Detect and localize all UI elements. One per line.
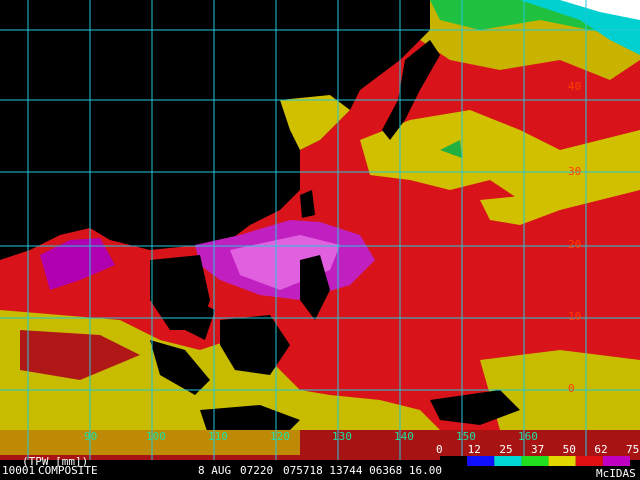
legend-tick-label: 25 [499,443,512,456]
lat-label: 20 [568,238,581,251]
lon-label: 90 [84,430,97,443]
legend-tick-label: 50 [563,443,576,456]
legend-tick-label: 12 [468,443,481,456]
product-label: (TPW [mm]) [22,455,88,468]
legend-swatch [440,456,468,466]
legend-swatch [467,456,495,466]
legend-tick-label: 37 [531,443,544,456]
legend-swatch [602,456,630,466]
legend-tick-label: 75 [626,443,639,456]
lon-label: 120 [270,430,290,443]
lat-label: 40 [568,80,581,93]
legend-tick-label: 62 [594,443,607,456]
legend-swatch [548,456,576,466]
lon-label: 150 [456,430,476,443]
map-canvas: 90 100 110 120 130 140 150 160403020100 10001 C… [0,0,640,480]
lon-label: 130 [332,430,352,443]
lat-label: 30 [568,165,581,178]
legend-swatch [494,456,522,466]
lon-label: 140 [394,430,414,443]
legend-swatch [575,456,603,466]
mcidas-credit: McIDAS [596,467,636,480]
frame-info: 075718 13744 06368 16.00 [283,464,442,477]
lon-label: 100 [146,430,166,443]
lon-label: 160 [518,430,538,443]
legend-tick-label: 0 [436,443,443,456]
image-date: 8 AUG [198,464,231,477]
tpw-composite-map: 90 100 110 120 130 140 150 160 40 30 20 10 0 10001 C… [0,0,640,480]
lat-label: 10 [568,310,581,323]
lon-label: 110 [208,430,228,443]
legend-swatch [521,456,549,466]
image-time: 07220 [240,464,273,477]
lat-label: 0 [568,382,575,395]
